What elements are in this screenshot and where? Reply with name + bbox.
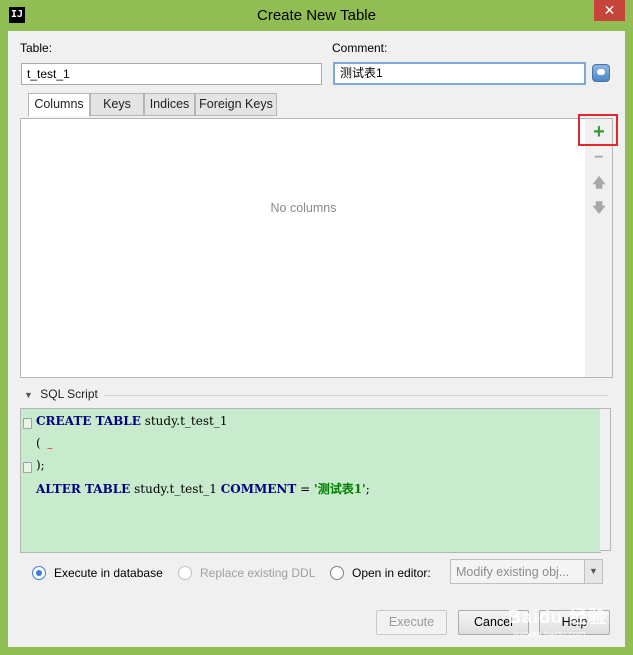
sql-scrollbar[interactable] xyxy=(600,408,611,551)
execute-button[interactable]: Execute xyxy=(376,610,447,635)
sql-token: ( xyxy=(36,436,41,450)
move-up-icon[interactable]: 🡅 xyxy=(589,173,609,193)
open-in-editor-label: Open in editor: xyxy=(352,566,431,580)
sql-keyword: COMMENT xyxy=(220,482,297,496)
section-divider xyxy=(104,395,608,396)
replace-existing-ddl-label: Replace existing DDL xyxy=(200,566,316,580)
sql-token: study.t_test_1 xyxy=(130,482,221,496)
sql-keyword: CREATE TABLE xyxy=(36,414,141,428)
tab-indices[interactable]: Indices xyxy=(144,93,195,116)
sql-code-line: ( xyxy=(36,436,41,450)
baidu-watermark-url: jingyan.baidu.com xyxy=(513,629,586,639)
replace-existing-ddl-radio xyxy=(178,566,192,580)
collapse-triangle-icon[interactable]: ▼ xyxy=(24,390,33,400)
editor-mode-select[interactable]: Modify existing obj... ▼ xyxy=(450,559,603,584)
chevron-down-icon[interactable]: ▼ xyxy=(584,560,602,583)
execute-in-database-label: Execute in database xyxy=(54,566,163,580)
title-bar: IJ Create New Table ✕ xyxy=(0,0,633,31)
fold-marker-icon[interactable] xyxy=(23,462,32,473)
open-in-editor-radio[interactable] xyxy=(330,566,344,580)
sql-code-line: CREATE TABLE study.t_test_1 xyxy=(36,414,227,428)
tab-columns[interactable]: Columns xyxy=(28,93,90,117)
empty-state-text: No columns xyxy=(270,201,337,215)
sql-token: study.t_test_1 xyxy=(140,414,228,428)
sql-code-line: ); xyxy=(36,458,45,472)
sql-keyword: ALTER TABLE xyxy=(36,482,131,496)
table-label: Table: xyxy=(20,41,53,55)
sql-token: ; xyxy=(365,482,370,496)
add-button-highlight xyxy=(578,114,618,146)
baidu-watermark: Baidu 经验 xyxy=(508,607,608,627)
sql-script-header[interactable]: ▼ SQL Script xyxy=(24,387,98,401)
execute-in-database-radio[interactable] xyxy=(32,566,46,580)
sql-string: '测试表1' xyxy=(314,482,366,496)
columns-table[interactable]: No columns xyxy=(20,118,587,378)
create-table-dialog: IJ Create New Table ✕ Table: t_test_1 Co… xyxy=(0,0,633,655)
sql-token: ); xyxy=(36,458,45,472)
tab-keys[interactable]: Keys xyxy=(90,93,144,116)
comment-input[interactable]: 测试表1 xyxy=(333,62,586,85)
columns-toolbar: + − 🡅 🡇 xyxy=(585,118,613,378)
table-name-input[interactable]: t_test_1 xyxy=(21,63,322,85)
dialog-body: Table: t_test_1 Comment: 测试表1 Columns Ke… xyxy=(8,31,625,647)
sql-token: = xyxy=(296,482,315,496)
move-down-icon[interactable]: 🡇 xyxy=(589,198,609,218)
editor-mode-value: Modify existing obj... xyxy=(456,565,570,579)
sql-script-label: SQL Script xyxy=(40,387,98,401)
comment-label: Comment: xyxy=(332,41,388,55)
error-squiggle-icon: ~ xyxy=(47,444,53,455)
close-button[interactable]: ✕ xyxy=(594,0,625,21)
window-title: Create New Table xyxy=(257,7,376,24)
edit-comment-icon[interactable] xyxy=(592,64,610,82)
sql-script-editor[interactable]: CREATE TABLE study.t_test_1 (); ALTER TABL… xyxy=(20,408,601,553)
tab-foreign-keys[interactable]: Foreign Keys xyxy=(195,93,277,116)
fold-marker-icon[interactable] xyxy=(23,418,32,429)
remove-column-icon[interactable]: − xyxy=(589,148,609,168)
sql-code-line: ALTER TABLE study.t_test_1 COMMENT = '测试… xyxy=(36,480,370,497)
